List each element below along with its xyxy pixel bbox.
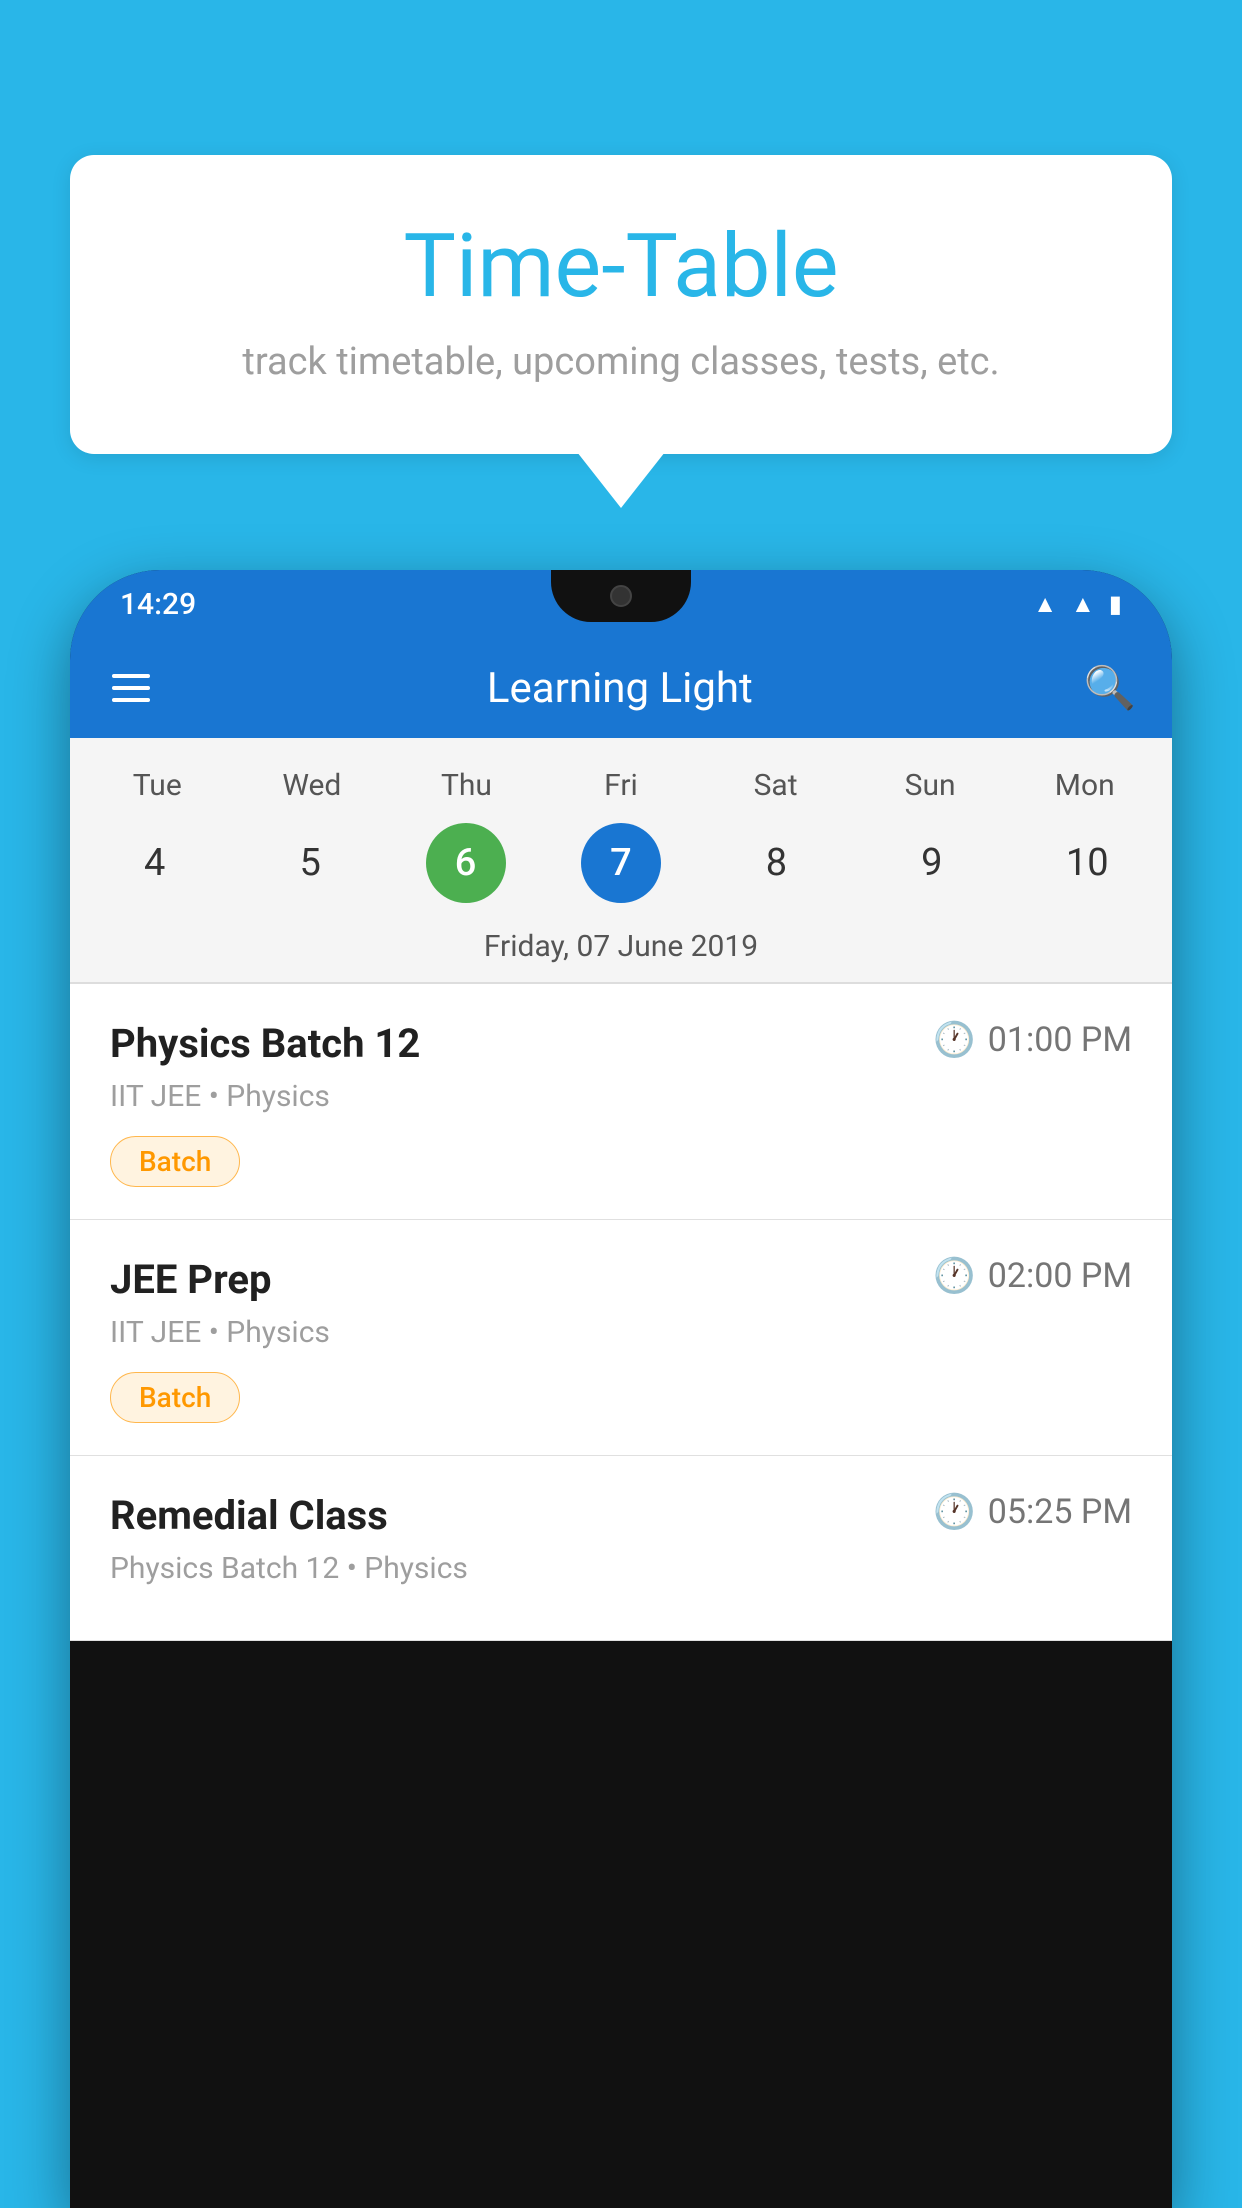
selected-date: Friday, 07 June 2019 <box>70 919 1172 982</box>
battery-icon: ▮ <box>1109 590 1122 618</box>
schedule-time-value-1: 01:00 PM <box>988 1020 1132 1060</box>
schedule-item-header-2: JEE Prep 🕐 02:00 PM <box>110 1256 1132 1303</box>
menu-icon[interactable] <box>106 668 156 708</box>
app-title: Learning Light <box>186 664 1054 713</box>
camera-notch <box>610 585 632 607</box>
app-bar: Learning Light 🔍 <box>70 638 1172 738</box>
schedule-time-value-2: 02:00 PM <box>988 1256 1132 1296</box>
calendar-strip: Tue Wed Thu Fri Sat Sun Mon 4 5 6 7 8 9 … <box>70 738 1172 982</box>
signal-icon: ▲ <box>1071 590 1095 619</box>
day-header-thu: Thu <box>389 758 544 813</box>
schedule-item-remedial[interactable]: Remedial Class 🕐 05:25 PM Physics Batch … <box>70 1456 1172 1641</box>
schedule-title-1: Physics Batch 12 <box>110 1020 420 1067</box>
day-headers: Tue Wed Thu Fri Sat Sun Mon <box>70 758 1172 813</box>
schedule-time-3: 🕐 05:25 PM <box>933 1492 1132 1532</box>
day-header-mon: Mon <box>1007 758 1162 813</box>
clock-icon-1: 🕐 <box>933 1020 975 1060</box>
day-numbers: 4 5 6 7 8 9 10 <box>70 813 1172 919</box>
day-10[interactable]: 10 <box>1047 823 1127 903</box>
schedule-item-header: Physics Batch 12 🕐 01:00 PM <box>110 1020 1132 1067</box>
speech-bubble-section: Time-Table track timetable, upcoming cla… <box>70 155 1172 454</box>
schedule-time-1: 🕐 01:00 PM <box>933 1020 1132 1060</box>
day-7-selected[interactable]: 7 <box>581 823 661 903</box>
status-bar: 14:29 ▲ ▲ ▮ <box>70 570 1172 638</box>
phone-frame: 14:29 ▲ ▲ ▮ Learning Light 🔍 Tue Wed Thu… <box>70 570 1172 2208</box>
day-header-tue: Tue <box>80 758 235 813</box>
day-8[interactable]: 8 <box>736 823 816 903</box>
day-header-fri: Fri <box>544 758 699 813</box>
clock-icon-2: 🕐 <box>933 1256 975 1296</box>
schedule-title-2: JEE Prep <box>110 1256 271 1303</box>
schedule-item-header-3: Remedial Class 🕐 05:25 PM <box>110 1492 1132 1539</box>
clock-icon-3: 🕐 <box>933 1492 975 1532</box>
notch <box>551 570 691 622</box>
bubble-subtitle: track timetable, upcoming classes, tests… <box>150 340 1092 384</box>
schedule-subtitle-2: IIT JEE • Physics <box>110 1315 1132 1350</box>
schedule-subtitle-1: IIT JEE • Physics <box>110 1079 1132 1114</box>
day-5[interactable]: 5 <box>270 823 350 903</box>
schedule-title-3: Remedial Class <box>110 1492 388 1539</box>
bubble-title: Time-Table <box>150 215 1092 318</box>
schedule-list: Physics Batch 12 🕐 01:00 PM IIT JEE • Ph… <box>70 984 1172 1641</box>
day-4[interactable]: 4 <box>115 823 195 903</box>
day-header-wed: Wed <box>235 758 390 813</box>
status-time: 14:29 <box>120 587 196 622</box>
schedule-subtitle-3: Physics Batch 12 • Physics <box>110 1551 1132 1586</box>
day-header-sun: Sun <box>853 758 1008 813</box>
schedule-item-physics-batch[interactable]: Physics Batch 12 🕐 01:00 PM IIT JEE • Ph… <box>70 984 1172 1220</box>
batch-badge-1: Batch <box>110 1136 240 1187</box>
schedule-time-2: 🕐 02:00 PM <box>933 1256 1132 1296</box>
batch-badge-2: Batch <box>110 1372 240 1423</box>
schedule-item-jee-prep[interactable]: JEE Prep 🕐 02:00 PM IIT JEE • Physics Ba… <box>70 1220 1172 1456</box>
day-header-sat: Sat <box>698 758 853 813</box>
search-icon[interactable]: 🔍 <box>1084 664 1136 713</box>
day-6-today[interactable]: 6 <box>426 823 506 903</box>
schedule-time-value-3: 05:25 PM <box>988 1492 1132 1532</box>
day-9[interactable]: 9 <box>892 823 972 903</box>
speech-bubble-card: Time-Table track timetable, upcoming cla… <box>70 155 1172 454</box>
status-icons: ▲ ▲ ▮ <box>1033 590 1122 619</box>
wifi-icon: ▲ <box>1033 590 1057 619</box>
